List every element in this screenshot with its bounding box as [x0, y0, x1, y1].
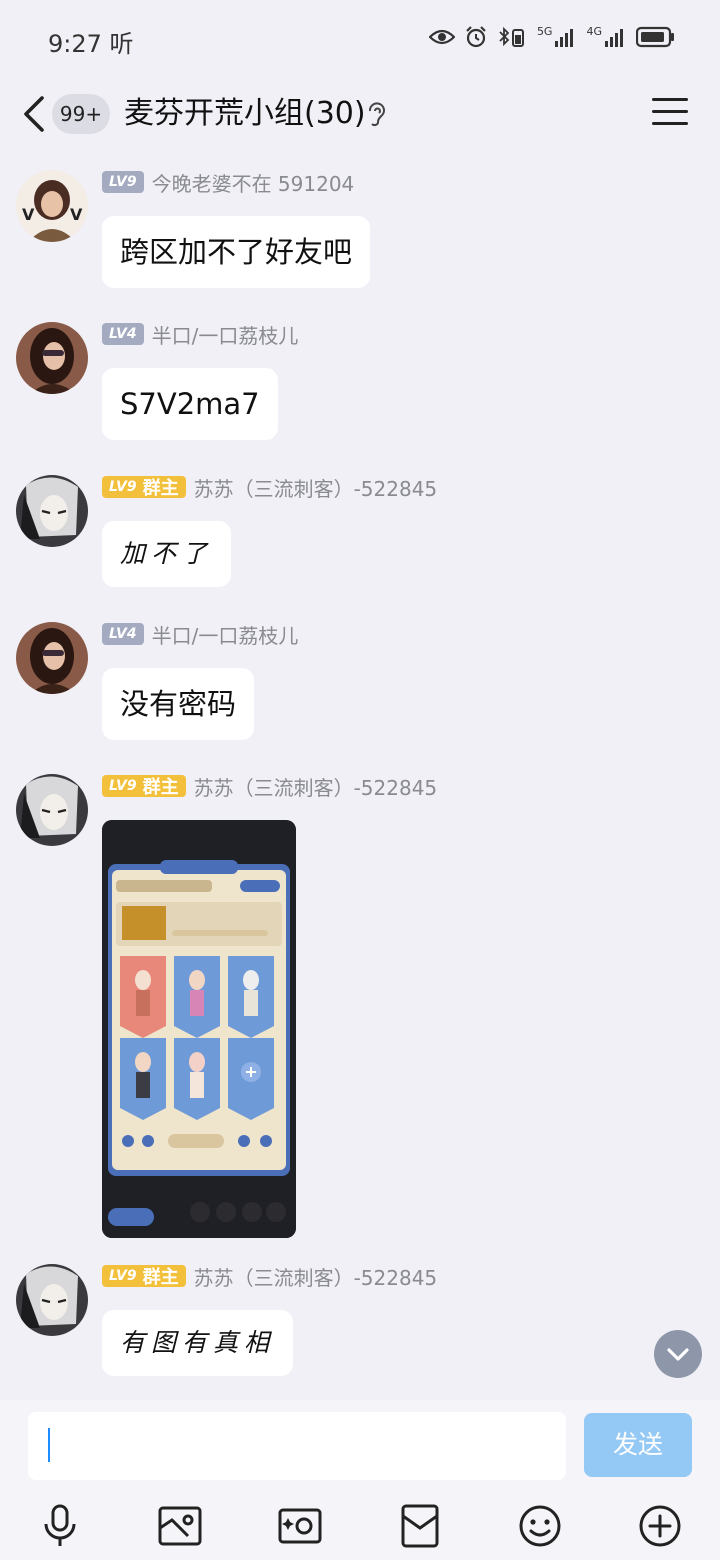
owner-badge: LV9 群主	[102, 775, 186, 798]
voice-button[interactable]	[32, 1498, 88, 1554]
red-packet-icon	[401, 1504, 439, 1548]
chat-title[interactable]: 麦芬开荒小组(30)	[124, 94, 366, 134]
battery-icon	[636, 26, 674, 48]
level-badge: LV9	[102, 171, 144, 193]
chat-header: 99+ 麦芬开荒小组(30)	[0, 80, 720, 158]
status-time: 9:27 听	[48, 30, 134, 58]
message-meta: LV4 半口/一口荔枝儿	[102, 620, 298, 648]
sender-name[interactable]: 苏苏（三流刺客）-522845	[194, 1262, 438, 1291]
owner-badge: LV9 群主	[102, 476, 186, 499]
role-text: 群主	[142, 777, 179, 798]
level-badge: LV4	[102, 623, 144, 645]
status-icons: 5G 4G	[428, 24, 676, 48]
message-bubble[interactable]: S7V2ma7	[102, 368, 278, 440]
emoji-icon	[519, 1505, 561, 1547]
message-bubble[interactable]: 有图有真相	[102, 1310, 294, 1376]
unread-count-badge[interactable]: 99+	[52, 94, 110, 134]
svg-text:V: V	[70, 205, 83, 224]
avatar[interactable]	[16, 475, 88, 547]
level-text: LV4	[109, 626, 137, 642]
sender-name[interactable]: 半口/一口荔枝儿	[152, 320, 299, 349]
level-badge: LV4	[102, 323, 144, 345]
plus-icon	[639, 1505, 681, 1547]
emoji-button[interactable]	[512, 1498, 568, 1554]
sender-name[interactable]: 苏苏（三流刺客）-522845	[194, 473, 438, 502]
avatar[interactable]: V V	[16, 170, 88, 242]
ear-icon[interactable]	[366, 100, 388, 132]
role-text: 群主	[142, 1267, 179, 1288]
sender-name[interactable]: 苏苏（三流刺客）-522845	[194, 772, 438, 801]
message-meta: LV9 群主 苏苏（三流刺客）-522845	[102, 473, 437, 501]
avatar[interactable]	[16, 622, 88, 694]
avatar[interactable]	[16, 322, 88, 394]
network-label-4g: 4G	[586, 24, 602, 38]
avatar[interactable]	[16, 774, 88, 846]
network-label-5g: 5G	[536, 24, 553, 38]
message-bubble[interactable]: 没有密码	[102, 668, 255, 740]
level-text: LV9	[109, 174, 137, 190]
scroll-to-bottom-button[interactable]	[654, 1330, 702, 1378]
message-input[interactable]	[28, 1412, 566, 1480]
level-text: LV9	[109, 778, 137, 794]
chevron-down-icon	[667, 1348, 689, 1361]
menu-line	[652, 98, 688, 101]
message-meta: LV9 群主 苏苏（三流刺客）-522845	[102, 772, 437, 800]
back-button[interactable]	[18, 92, 52, 136]
input-area: 发送	[0, 1400, 720, 1560]
image-message[interactable]	[102, 820, 296, 1238]
signal-icon-1	[555, 29, 574, 47]
level-text: LV9	[109, 479, 137, 495]
message-list[interactable]: V V LV9 今晚老婆不在 591204 跨区加不了好友吧 LV4 半口/一口…	[0, 158, 720, 1400]
text-caret	[48, 1428, 50, 1462]
level-text: LV4	[109, 326, 137, 342]
camera-button[interactable]	[272, 1498, 328, 1554]
signal-icon-2	[605, 29, 623, 47]
image-icon	[158, 1506, 202, 1546]
input-toolbar	[0, 1498, 720, 1554]
alarm-icon	[466, 26, 486, 48]
menu-line	[652, 110, 688, 113]
send-button[interactable]: 发送	[584, 1413, 692, 1477]
game-screenshot-image	[102, 820, 296, 1238]
message-bubble[interactable]: 跨区加不了好友吧	[102, 216, 371, 288]
eye-icon	[428, 29, 455, 45]
chevron-left-icon	[24, 96, 44, 132]
camera-icon	[278, 1508, 322, 1544]
message-bubble[interactable]: 加不了	[102, 521, 232, 587]
more-button[interactable]	[632, 1498, 688, 1554]
message-meta: LV9 群主 苏苏（三流刺客）-522845	[102, 1262, 437, 1290]
photo-button[interactable]	[152, 1498, 208, 1554]
message-meta: LV4 半口/一口荔枝儿	[102, 320, 298, 348]
avatar[interactable]	[16, 1264, 88, 1336]
red-packet-button[interactable]	[392, 1498, 448, 1554]
svg-text:V: V	[22, 205, 35, 224]
owner-badge: LV9 群主	[102, 1265, 186, 1288]
menu-button[interactable]	[652, 98, 688, 130]
status-bar: 9:27 听 5G 4G	[0, 0, 720, 80]
sender-name[interactable]: 半口/一口荔枝儿	[152, 620, 299, 649]
menu-line	[652, 122, 688, 125]
sender-name[interactable]: 今晚老婆不在 591204	[152, 168, 355, 197]
microphone-icon	[44, 1504, 76, 1546]
bluetooth-battery-icon	[499, 26, 524, 47]
role-text: 群主	[142, 478, 179, 499]
level-text: LV9	[109, 1268, 137, 1284]
message-meta: LV9 今晚老婆不在 591204	[102, 168, 354, 196]
